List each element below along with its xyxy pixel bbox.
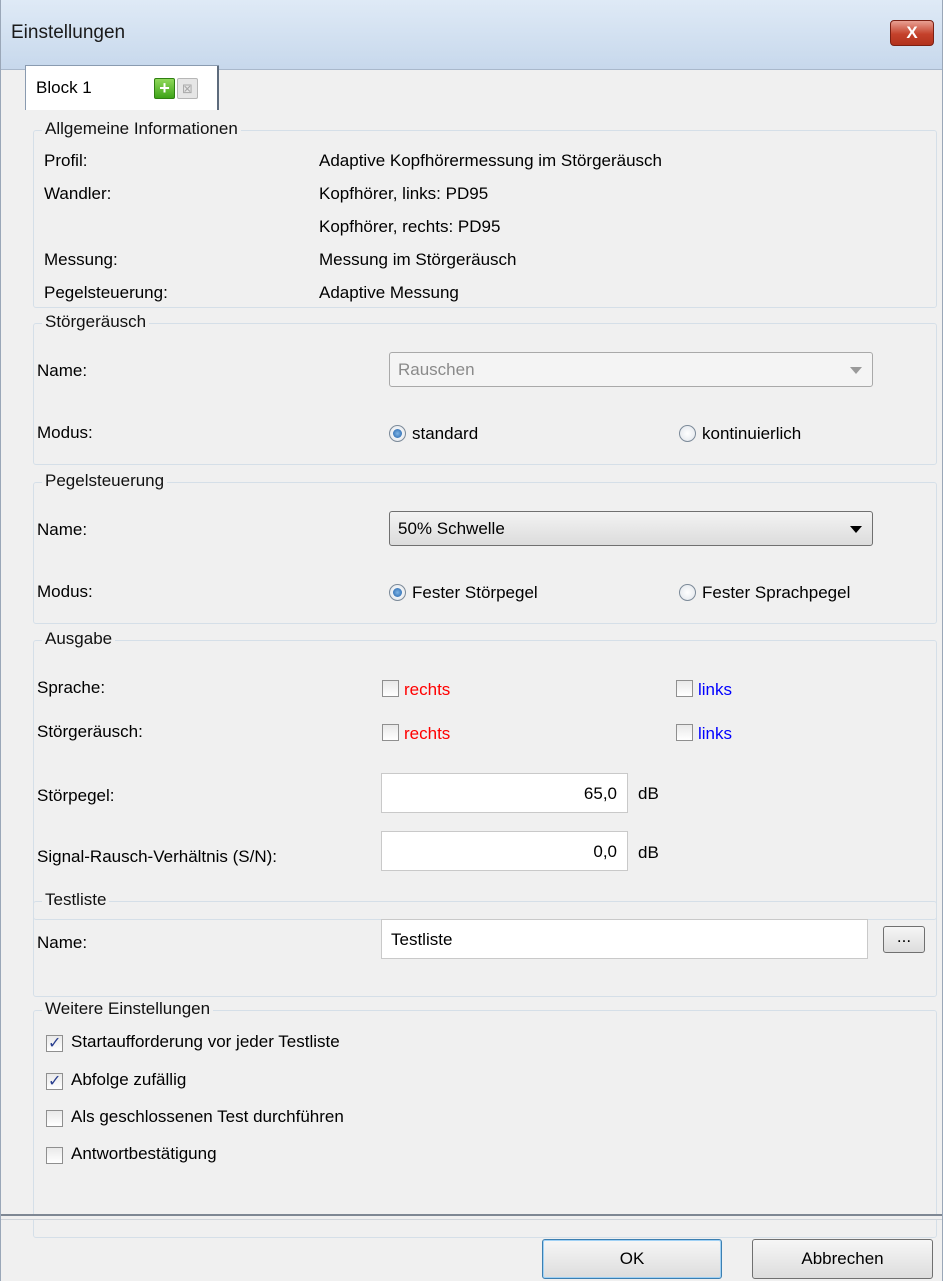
- level-mode-label: Modus:: [37, 582, 93, 601]
- ok-button-label: OK: [619, 1249, 645, 1268]
- testlist-name-value: Testliste: [391, 930, 453, 949]
- window-title: Einstellungen: [11, 22, 126, 43]
- transducer-left-value: Kopfhörer, links: PD95: [319, 184, 489, 203]
- radio-noise-continuous-label: kontinuierlich: [702, 424, 802, 443]
- speech-left-label: links: [698, 680, 733, 699]
- close-button[interactable]: X: [890, 20, 934, 46]
- chevron-down-icon: [850, 526, 862, 533]
- level-name-select[interactable]: 50% Schwelle: [389, 511, 873, 546]
- tab-divider: [217, 66, 219, 112]
- level-name-label: Name:: [37, 520, 88, 539]
- noise-left-checkbox[interactable]: [676, 724, 693, 741]
- profile-value: Adaptive Kopfhörermessung im Störgeräusc…: [319, 151, 663, 170]
- radio-noise-standard[interactable]: [389, 425, 406, 442]
- noise-level-value: 65,0: [583, 784, 617, 803]
- option-random-order-checkbox[interactable]: [46, 1071, 63, 1091]
- chevron-down-icon: [850, 367, 862, 374]
- group-title: Weitere Einstellungen: [42, 999, 214, 1019]
- noise-level-unit: dB: [638, 784, 659, 803]
- group-title: Pegelsteuerung: [42, 471, 168, 491]
- radio-noise-continuous[interactable]: [679, 425, 696, 442]
- speech-label: Sprache:: [37, 678, 106, 697]
- add-block-button[interactable]: +: [154, 78, 175, 99]
- ok-button[interactable]: OK: [542, 1239, 722, 1279]
- group-noise: Störgeräusch Name: Rauschen Modus: stand…: [33, 312, 937, 465]
- group-level-control: Pegelsteuerung Name: 50% Schwelle Modus:…: [33, 471, 937, 624]
- group-output: Ausgabe Sprache: rechts links Störgeräus…: [33, 629, 937, 920]
- measurement-value: Messung im Störgeräusch: [319, 250, 517, 269]
- tab-content-panel: Allgemeine Informationen Profil: Adaptiv…: [25, 110, 937, 1238]
- noise-name-label: Name:: [37, 361, 88, 380]
- group-title: Ausgabe: [42, 629, 116, 649]
- profile-label: Profil:: [44, 151, 88, 170]
- snr-unit: dB: [638, 843, 659, 862]
- close-icon: X: [906, 23, 918, 42]
- radio-fixed-speech-level[interactable]: [679, 584, 696, 601]
- group-general-info: Allgemeine Informationen Profil: Adaptiv…: [33, 119, 937, 308]
- level-control-value: Adaptive Messung: [319, 283, 459, 302]
- option-closed-test-label: Als geschlossenen Test durchführen: [71, 1107, 344, 1126]
- noise-right-label: rechts: [404, 724, 451, 743]
- tab-block-1[interactable]: Block 1 + ⊠: [25, 65, 219, 111]
- ellipsis-icon: ...: [896, 927, 912, 946]
- remove-block-button[interactable]: ⊠: [177, 78, 198, 99]
- noise-output-label: Störgeräusch:: [37, 722, 143, 741]
- radio-fixed-noise-level[interactable]: [389, 584, 406, 601]
- option-start-prompt-label: Startaufforderung vor jeder Testliste: [71, 1032, 340, 1051]
- radio-fixed-speech-level-label: Fester Sprachpegel: [702, 583, 851, 602]
- level-name-value: 50% Schwelle: [398, 519, 505, 538]
- noise-level-input[interactable]: 65,0: [381, 773, 628, 813]
- title-bar: Einstellungen X: [1, 0, 942, 70]
- group-title: Allgemeine Informationen: [42, 119, 241, 139]
- tab-label: Block 1: [36, 78, 92, 97]
- footer-divider: [1, 1214, 942, 1220]
- testlist-name-label: Name:: [37, 933, 88, 952]
- cancel-button-label: Abbrechen: [801, 1249, 884, 1268]
- level-control-label: Pegelsteuerung:: [44, 283, 168, 302]
- group-testlist: Testliste Name: Testliste ...: [33, 890, 937, 997]
- speech-right-checkbox[interactable]: [382, 680, 399, 697]
- option-answer-confirm-label: Antwortbestätigung: [71, 1144, 217, 1163]
- group-more-settings: Weitere Einstellungen Startaufforderung …: [33, 999, 937, 1238]
- option-random-order-label: Abfolge zufällig: [71, 1070, 187, 1089]
- measurement-label: Messung:: [44, 250, 118, 269]
- option-answer-confirm-checkbox[interactable]: [46, 1147, 63, 1164]
- snr-label: Signal-Rausch-Verhältnis (S/N):: [37, 847, 277, 866]
- snr-input[interactable]: 0,0: [381, 831, 628, 871]
- radio-noise-standard-label: standard: [412, 424, 479, 443]
- noise-left-label: links: [698, 724, 733, 743]
- remove-icon: ⊠: [182, 81, 193, 96]
- noise-right-checkbox[interactable]: [382, 724, 399, 741]
- cancel-button[interactable]: Abbrechen: [752, 1239, 933, 1279]
- browse-testlist-button[interactable]: ...: [883, 926, 925, 953]
- plus-icon: +: [159, 78, 170, 98]
- option-closed-test-checkbox[interactable]: [46, 1110, 63, 1127]
- noise-level-label: Störpegel:: [37, 786, 115, 805]
- transducer-label: Wandler:: [44, 184, 112, 203]
- speech-right-label: rechts: [404, 680, 451, 699]
- group-title: Testliste: [42, 890, 110, 910]
- snr-value: 0,0: [593, 842, 617, 861]
- testlist-name-input[interactable]: Testliste: [381, 919, 868, 959]
- noise-mode-label: Modus:: [37, 423, 93, 442]
- noise-name-select[interactable]: Rauschen: [389, 352, 873, 387]
- group-title: Störgeräusch: [42, 312, 150, 332]
- option-start-prompt-checkbox[interactable]: [46, 1033, 63, 1053]
- settings-dialog: Einstellungen X Block 1 + ⊠ Allgemeine I…: [0, 0, 943, 1281]
- noise-name-value: Rauschen: [398, 360, 475, 379]
- transducer-right-value: Kopfhörer, rechts: PD95: [319, 217, 501, 236]
- speech-left-checkbox[interactable]: [676, 680, 693, 697]
- radio-fixed-noise-level-label: Fester Störpegel: [412, 583, 538, 602]
